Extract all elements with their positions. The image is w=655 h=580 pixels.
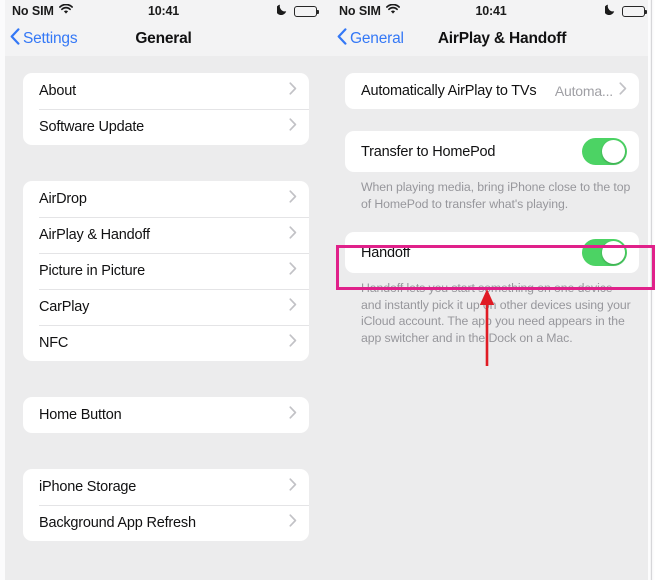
row-label: iPhone Storage: [39, 479, 137, 495]
settings-group-connectivity: AirDrop AirPlay & Handoff Picture in Pic…: [23, 181, 309, 361]
wifi-icon: [58, 3, 73, 18]
handoff-footnote: Handoff lets you start something on one …: [361, 281, 631, 345]
group-auto-airplay: Automatically AirPlay to TVs Automa...: [345, 73, 639, 109]
handoff-toggle[interactable]: [582, 239, 627, 266]
moon-icon: [275, 2, 288, 20]
moon-icon: [603, 2, 616, 20]
row-label: AirDrop: [39, 191, 87, 207]
row-label: AirPlay & Handoff: [39, 227, 150, 243]
settings-row-about[interactable]: About: [23, 73, 309, 109]
battery-icon: [294, 5, 319, 17]
chevron-right-icon: [289, 334, 297, 352]
screen-divider: [648, 0, 655, 580]
row-handoff[interactable]: Handoff: [345, 232, 639, 273]
settings-row-iphone-storage[interactable]: iPhone Storage: [23, 469, 309, 505]
row-label: Handoff: [361, 244, 411, 261]
carrier-label: No SIM: [339, 4, 381, 18]
left-phone-screen: No SIM 10:41 Settings General About Soft…: [0, 0, 327, 580]
row-label: Transfer to HomePod: [361, 143, 496, 160]
group-transfer-to-homepod: Transfer to HomePod: [345, 131, 639, 172]
chevron-right-icon: [289, 118, 297, 136]
transfer-to-homepod-toggle[interactable]: [582, 138, 627, 165]
carrier-label: No SIM: [12, 4, 54, 18]
chevron-right-icon: [289, 190, 297, 208]
settings-row-nfc[interactable]: NFC: [23, 325, 309, 361]
toggle-knob: [601, 139, 626, 164]
status-bar-left: No SIM: [12, 3, 73, 18]
back-button-label: Settings: [23, 30, 78, 47]
status-bar-right: [603, 2, 647, 20]
chevron-right-icon: [289, 406, 297, 424]
chevron-right-icon: [289, 514, 297, 532]
settings-row-carplay[interactable]: CarPlay: [23, 289, 309, 325]
back-button-general[interactable]: General: [337, 27, 404, 50]
list-top-spacer: [5, 56, 327, 73]
chevron-left-icon: [337, 27, 347, 50]
row-label: Automatically AirPlay to TVs: [361, 83, 537, 99]
back-button-label: General: [350, 30, 404, 47]
back-button-settings[interactable]: Settings: [10, 27, 78, 50]
navigation-bar: General AirPlay & Handoff: [327, 22, 655, 56]
settings-row-background-app-refresh[interactable]: Background App Refresh: [23, 505, 309, 541]
row-label: CarPlay: [39, 299, 90, 315]
row-label: NFC: [39, 335, 69, 351]
row-label: Picture in Picture: [39, 263, 145, 279]
chevron-right-icon: [619, 82, 627, 100]
wifi-icon: [385, 3, 400, 18]
chevron-right-icon: [289, 82, 297, 100]
status-bar-right: [275, 2, 319, 20]
settings-group-system: About Software Update: [23, 73, 309, 145]
homepod-footnote: When playing media, bring iPhone close t…: [361, 180, 631, 211]
airplay-handoff-list: Automatically AirPlay to TVs Automa... T…: [327, 56, 655, 580]
toggle-knob: [601, 240, 626, 265]
settings-row-airdrop[interactable]: AirDrop: [23, 181, 309, 217]
row-automatically-airplay-to-tvs[interactable]: Automatically AirPlay to TVs Automa...: [345, 73, 639, 109]
settings-row-home-button[interactable]: Home Button: [23, 397, 309, 433]
row-label: Software Update: [39, 119, 145, 135]
chevron-right-icon: [289, 298, 297, 316]
settings-group-storage: iPhone Storage Background App Refresh: [23, 469, 309, 541]
status-bar: No SIM 10:41: [327, 0, 655, 22]
status-bar: No SIM 10:41: [0, 0, 327, 22]
chevron-left-icon: [10, 27, 20, 50]
left-screen-edge: [0, 0, 5, 580]
chevron-right-icon: [289, 226, 297, 244]
settings-list: About Software Update AirDrop AirPlay & …: [0, 56, 327, 580]
settings-group-home-button: Home Button: [23, 397, 309, 433]
row-label: About: [39, 83, 76, 99]
row-value: Automa...: [554, 83, 613, 99]
settings-row-software-update[interactable]: Software Update: [23, 109, 309, 145]
right-phone-screen: No SIM 10:41 General AirPlay & Handoff A…: [327, 0, 655, 580]
battery-icon: [622, 5, 647, 17]
navigation-bar: Settings General: [0, 22, 327, 56]
chevron-right-icon: [289, 262, 297, 280]
row-transfer-to-homepod[interactable]: Transfer to HomePod: [345, 131, 639, 172]
list-top-spacer: [335, 56, 655, 73]
row-label: Background App Refresh: [39, 515, 196, 531]
settings-row-picture-in-picture[interactable]: Picture in Picture: [23, 253, 309, 289]
row-label: Home Button: [39, 407, 122, 423]
group-handoff: Handoff: [345, 232, 639, 273]
settings-row-airplay-handoff[interactable]: AirPlay & Handoff: [23, 217, 309, 253]
dual-screenshot-container: No SIM 10:41 Settings General About Soft…: [0, 0, 655, 580]
chevron-right-icon: [289, 478, 297, 496]
status-bar-left: No SIM: [339, 3, 400, 18]
